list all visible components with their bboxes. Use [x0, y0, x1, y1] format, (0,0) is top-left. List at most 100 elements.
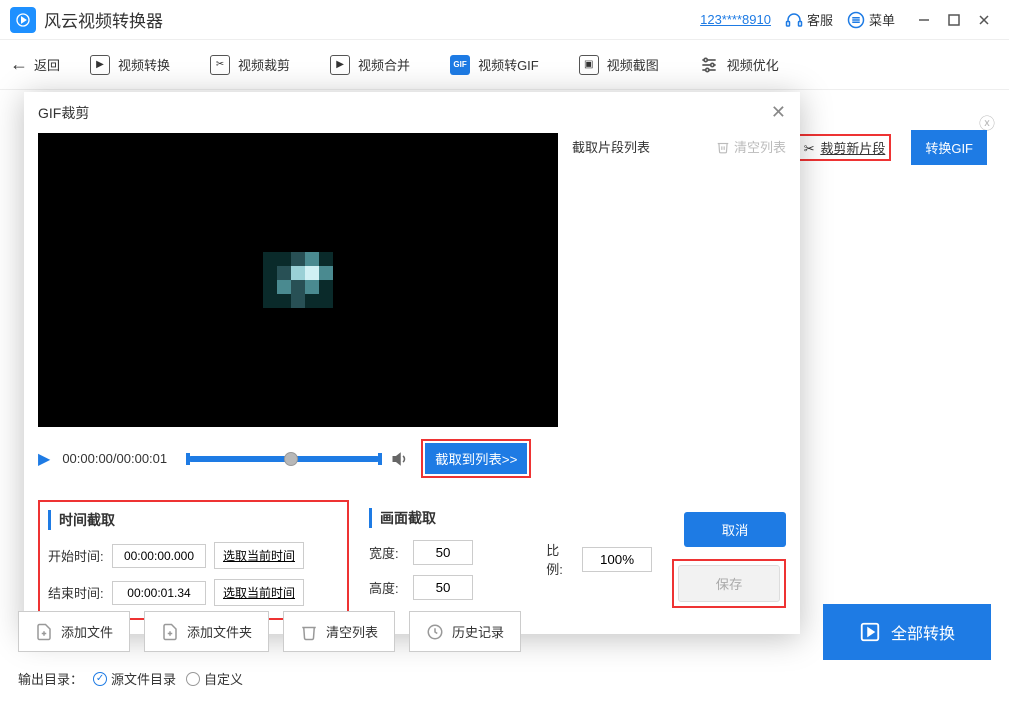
seek-slider[interactable]	[189, 456, 379, 462]
modal-close-button[interactable]: ✕	[771, 102, 786, 123]
arrow-left-icon: ←	[10, 54, 28, 75]
modal-actions: 取消 保存	[672, 500, 786, 608]
clip-list-title: 截取片段列表	[572, 137, 650, 156]
headset-icon	[785, 11, 803, 29]
radio-source-label: 源文件目录	[111, 669, 176, 688]
clear-list-label: 清空列表	[326, 622, 378, 641]
clip-new-highlight: ✂ 裁剪新片段	[798, 134, 892, 161]
select-current-start[interactable]: 选取当前时间	[214, 542, 304, 569]
volume-icon[interactable]	[391, 450, 409, 468]
menu-label: 菜单	[869, 10, 895, 29]
clip-to-list-button[interactable]: 截取到列表>>	[425, 443, 527, 474]
back-button[interactable]: ← 返回	[10, 54, 60, 75]
cancel-button[interactable]: 取消	[684, 512, 786, 547]
add-folder-button[interactable]: 添加文件夹	[144, 611, 269, 652]
convert-all-label: 全部转换	[891, 620, 955, 644]
radio-custom-label: 自定义	[204, 669, 243, 688]
app-logo	[10, 7, 36, 33]
screenshot-icon: ▣	[579, 55, 599, 75]
convert-all-button[interactable]: 全部转换	[823, 604, 991, 660]
ratio-input[interactable]	[582, 547, 652, 572]
clear-list-button-bottom[interactable]: 清空列表	[283, 611, 395, 652]
modal-header: GIF裁剪 ✕	[24, 92, 800, 133]
titlebar: 风云视频转换器 123****8910 客服 菜单	[0, 0, 1009, 40]
gif-crop-modal: GIF裁剪 ✕ ▶ 00:00:00/00:00:01	[24, 92, 800, 634]
tab-video-optimize[interactable]: 视频优化	[699, 55, 779, 75]
convert-gif-button[interactable]: 转换GIF	[911, 130, 987, 165]
radio-unchecked-icon	[186, 672, 200, 686]
clip-to-list-highlight: 截取到列表>>	[421, 439, 531, 478]
close-button[interactable]	[969, 5, 999, 35]
width-label: 宽度:	[369, 543, 405, 562]
tab-video-crop[interactable]: ✂ 视频裁剪	[210, 55, 290, 75]
folder-add-icon	[161, 623, 179, 641]
history-button[interactable]: 历史记录	[409, 611, 521, 652]
bg-actions: ✂ 裁剪新片段 转换GIF	[798, 130, 987, 165]
menu-button[interactable]: 菜单	[847, 10, 895, 29]
gif-icon: GIF	[450, 55, 470, 75]
support-label: 客服	[807, 10, 833, 29]
tab-label: 视频转GIF	[478, 55, 539, 74]
scissors-icon: ✂	[804, 141, 815, 156]
time-group-title: 时间截取	[48, 510, 331, 530]
file-add-icon	[35, 623, 53, 641]
frame-group-title: 画面截取	[369, 508, 526, 528]
output-row: 输出目录： 源文件目录 自定义	[18, 669, 243, 688]
support-link[interactable]: 客服	[785, 10, 833, 29]
user-id[interactable]: 123****8910	[700, 12, 771, 27]
start-time-label: 开始时间:	[48, 546, 104, 565]
player-controls: ▶ 00:00:00/00:00:01 截取到列表>>	[38, 439, 558, 478]
radio-custom-dir[interactable]: 自定义	[186, 669, 243, 688]
add-file-button[interactable]: 添加文件	[18, 611, 130, 652]
seek-handle[interactable]	[284, 452, 298, 466]
add-folder-label: 添加文件夹	[187, 622, 252, 641]
end-time-label: 结束时间:	[48, 583, 104, 602]
menu-icon	[847, 11, 865, 29]
back-label: 返回	[34, 55, 60, 74]
trash-icon	[300, 623, 318, 641]
clip-list-panel: 截取片段列表 清空列表	[572, 133, 786, 478]
trash-icon	[716, 140, 730, 154]
video-preview[interactable]	[38, 133, 558, 427]
clip-new-link[interactable]: 裁剪新片段	[820, 141, 885, 156]
app-title: 风云视频转换器	[44, 7, 163, 32]
clear-list-button[interactable]: 清空列表	[716, 137, 786, 156]
minimize-button[interactable]	[909, 5, 939, 35]
height-label: 高度:	[369, 578, 405, 597]
clock-icon	[426, 623, 444, 641]
select-current-end[interactable]: 选取当前时间	[214, 579, 304, 606]
end-time-input[interactable]	[112, 581, 206, 605]
ratio-group: 比例:	[546, 500, 652, 578]
maximize-button[interactable]	[939, 5, 969, 35]
play-button[interactable]: ▶	[38, 449, 50, 469]
play-circle-icon	[859, 621, 881, 643]
clear-list-label: 清空列表	[734, 137, 786, 156]
toolbar: ← 返回 ▶ 视频转换 ✂ 视频裁剪 ▶ 视频合并 GIF 视频转GIF ▣ 视…	[0, 40, 1009, 90]
save-button: 保存	[678, 565, 780, 602]
time-crop-group: 时间截取 开始时间: 选取当前时间 结束时间: 选取当前时间	[38, 500, 349, 620]
tab-label: 视频优化	[727, 55, 779, 74]
output-label: 输出目录：	[18, 669, 83, 688]
tab-video-screenshot[interactable]: ▣ 视频截图	[579, 55, 659, 75]
window-controls	[909, 5, 999, 35]
start-time-input[interactable]	[112, 544, 206, 568]
tab-video-convert[interactable]: ▶ 视频转换	[90, 55, 170, 75]
tab-label: 视频转换	[118, 55, 170, 74]
tab-video-to-gif[interactable]: GIF 视频转GIF	[450, 55, 539, 75]
height-input[interactable]	[413, 575, 473, 600]
radio-checked-icon	[93, 672, 107, 686]
tab-video-merge[interactable]: ▶ 视频合并	[330, 55, 410, 75]
play-icon: ▶	[90, 55, 110, 75]
merge-icon: ▶	[330, 55, 350, 75]
width-input[interactable]	[413, 540, 473, 565]
sliders-icon	[699, 55, 719, 75]
crop-icon: ✂	[210, 55, 230, 75]
history-label: 历史记录	[452, 622, 504, 641]
save-highlight: 保存	[672, 559, 786, 608]
radio-source-dir[interactable]: 源文件目录	[93, 669, 176, 688]
tab-label: 视频截图	[607, 55, 659, 74]
frame-crop-group: 画面截取 宽度: 高度:	[369, 500, 526, 600]
modal-title: GIF裁剪	[38, 103, 89, 123]
tab-label: 视频裁剪	[238, 55, 290, 74]
ratio-label: 比例:	[546, 540, 574, 578]
